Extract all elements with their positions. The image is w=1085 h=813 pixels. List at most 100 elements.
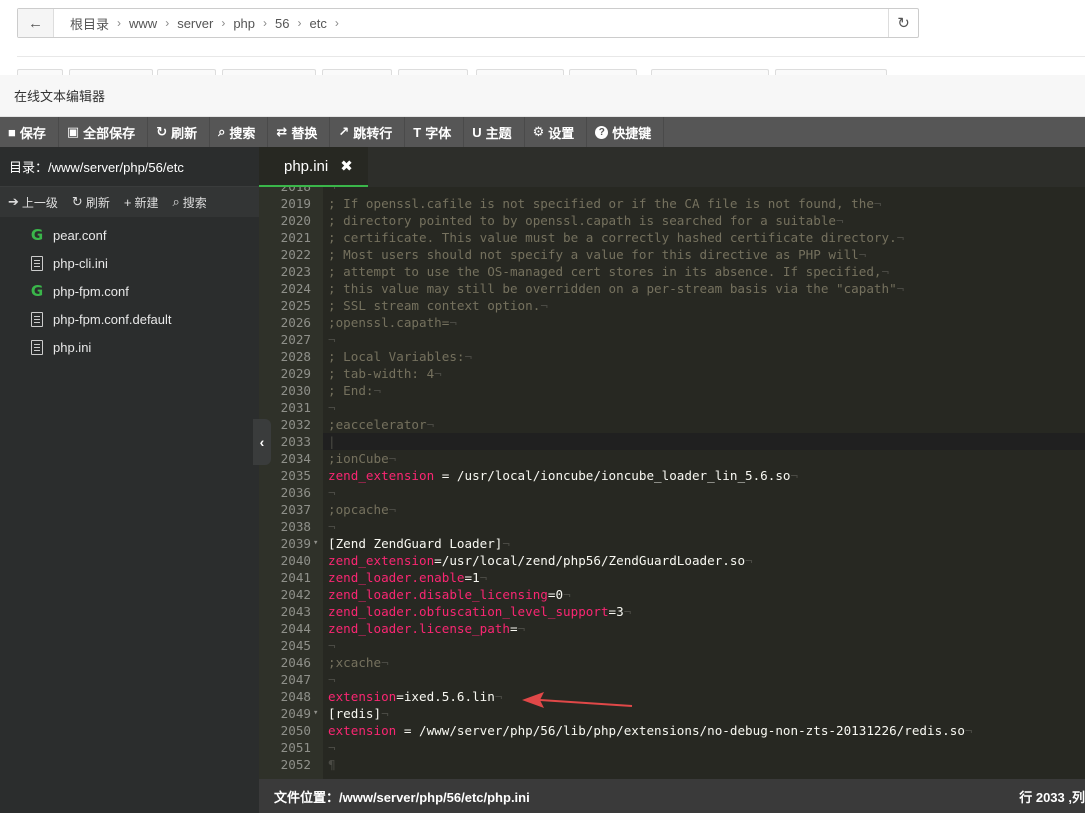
code-token: ¬ <box>434 366 442 381</box>
toolbar-button-8[interactable]: ⚙ 设置 <box>525 117 588 147</box>
code-token: ; If openssl.cafile is not specified or … <box>328 196 874 211</box>
code-line: ; End:¬ <box>328 382 381 399</box>
code-line: ¬ <box>328 739 336 756</box>
code-token: ¬ <box>464 349 473 364</box>
code-token: ¬ <box>388 502 397 517</box>
document-icon <box>29 255 45 271</box>
sidebar-action-2[interactable]: + 新建 <box>116 194 165 211</box>
toolbar-button-3[interactable]: ⌕ 搜索 <box>210 117 269 147</box>
code-line: ¬ <box>328 331 336 348</box>
code-token: ; Local Variables: <box>328 349 465 364</box>
breadcrumb-item[interactable]: server <box>169 16 221 31</box>
code-line: ; certificate. This value must be a corr… <box>328 229 904 246</box>
file-name: php-fpm.conf <box>53 283 129 299</box>
toolbar-button-1[interactable]: ▣ 全部保存 <box>59 117 149 147</box>
sidebar-action-label: 上一级 <box>21 195 58 210</box>
sidebar-action-label: 刷新 <box>85 195 110 210</box>
code-token: ¬ <box>373 383 382 398</box>
line-number: 2048 <box>280 689 311 704</box>
code-line: ; Local Variables:¬ <box>328 348 472 365</box>
code-token: ¬ <box>858 247 867 262</box>
editor-tab-bar: php.ini ✖ <box>259 147 1085 187</box>
pin-icon: ↗ <box>338 124 350 139</box>
breadcrumb-item[interactable]: etc <box>301 16 334 31</box>
code-token: ¬ <box>836 213 844 228</box>
code-token: zend_loader.disable_licensing <box>328 587 548 602</box>
toolbar-button-7[interactable]: U 主题 <box>464 117 525 147</box>
back-button[interactable]: ← <box>18 9 54 37</box>
code-line: | <box>328 433 336 450</box>
line-number: 2021 <box>280 230 311 245</box>
code-token: ¬ <box>328 187 336 194</box>
code-line: zend_extension = /usr/local/ioncube/ionc… <box>328 467 798 484</box>
line-number: 2020 <box>280 213 311 228</box>
code-token: ¬ <box>328 638 336 653</box>
path-refresh-button[interactable]: ↻ <box>888 9 918 37</box>
code-token: = /usr/local/ioncube/ioncube_loader_lin_… <box>434 468 791 483</box>
code-token: ¬ <box>449 315 457 330</box>
sidebar-action-label: 搜索 <box>182 195 207 210</box>
toolbar-button-6[interactable]: T 字体 <box>405 117 465 147</box>
tab-label: php.ini <box>284 157 329 175</box>
code-token: ; certificate. This value must be a corr… <box>328 230 897 245</box>
code-line: ; If openssl.cafile is not specified or … <box>328 195 882 212</box>
breadcrumb-item[interactable]: www <box>121 16 165 31</box>
breadcrumb-item[interactable]: 根目录 <box>62 14 117 33</box>
file-item[interactable]: php-cli.ini <box>0 249 259 277</box>
toolbar-button-9[interactable]: ? 快捷键 <box>587 117 665 147</box>
file-item[interactable]: php-fpm.conf.default <box>0 305 259 333</box>
line-number: 2030 <box>280 383 311 398</box>
close-icon[interactable]: ✖ <box>340 157 353 175</box>
code-token: ;ionCube <box>328 451 389 466</box>
editor-dialog-title: 在线文本编辑器 <box>0 75 1085 117</box>
code-token: = /www/server/php/56/lib/php/extensions/… <box>396 723 965 738</box>
code-line: ; this value may still be overridden on … <box>328 280 904 297</box>
tab-php-ini[interactable]: php.ini ✖ <box>259 147 368 187</box>
code-line: [redis]¬ <box>328 705 389 722</box>
code-line: ; Most users should not specify a value … <box>328 246 866 263</box>
code-line: ¶ <box>328 756 336 773</box>
sidebar-action-3[interactable]: ⌕ 搜索 <box>164 194 212 211</box>
toolbar-button-label: 刷新 <box>171 125 198 141</box>
code-line: ;xcache¬ <box>328 654 389 671</box>
toolbar-button-4[interactable]: ⇄ 替换 <box>268 117 331 147</box>
background-toolbar <box>17 56 1085 77</box>
config-file-icon: G <box>30 282 44 300</box>
toolbar-button-label: 保存 <box>19 125 46 141</box>
code-editor: php.ini ✖ 201820192020202120222023202420… <box>259 147 1085 779</box>
code-line: ¬ <box>328 637 336 654</box>
file-list: Gpear.conf php-cli.ini Gphp-fpm.conf php-fp… <box>0 217 259 361</box>
file-item[interactable]: php.ini <box>0 333 259 361</box>
editor-toolbar: ■ 保存 ▣ 全部保存 ↻ 刷新 ⌕ 搜索 ⇄ 替换 ↗ 跳转行 T 字体 U 主题 ⚙ 设置? 快捷键 <box>0 117 1085 147</box>
gear-icon: ⚙ <box>532 124 545 139</box>
toolbar-button-5[interactable]: ↗ 跳转行 <box>330 117 406 147</box>
breadcrumb-item[interactable]: 56 <box>267 16 297 31</box>
code-line: ;opcache¬ <box>328 501 396 518</box>
directory-label: 目录：/www/server/php/56/etc <box>9 160 184 175</box>
breadcrumb-item[interactable]: php <box>225 16 263 31</box>
code-token: ¬ <box>328 672 336 687</box>
save-all-icon: ▣ <box>66 124 80 139</box>
file-sidebar: 目录：/www/server/php/56/etc ➔ 上一级 ↻ 刷新 + 新建 ⌕ 搜索 … <box>0 147 259 813</box>
code-line: zend_loader.enable=1¬ <box>328 569 487 586</box>
toolbar-button-2[interactable]: ↻ 刷新 <box>148 117 211 147</box>
code-token: ¬ <box>881 264 890 279</box>
code-token: ¶ <box>328 757 336 772</box>
code-token: ; directory pointed to by openssl.capath… <box>328 213 836 228</box>
breadcrumb: 根目录 › www › server › php › 56 › etc › <box>54 14 888 33</box>
fold-arrow-icon[interactable]: ▾ <box>313 535 318 552</box>
collapse-sidebar-button[interactable]: ‹ <box>253 419 271 465</box>
code-token: ¬ <box>896 230 905 245</box>
toolbar-button-0[interactable]: ■ 保存 <box>0 117 59 147</box>
chevron-left-icon: ‹ <box>259 434 265 450</box>
file-item[interactable]: Gpear.conf <box>0 221 259 249</box>
line-number: 2044 <box>280 621 311 636</box>
file-item[interactable]: Gphp-fpm.conf <box>0 277 259 305</box>
sidebar-action-0[interactable]: ➔ 上一级 <box>0 194 64 211</box>
path-bar: ← 根目录 › www › server › php › 56 › etc › ↻ <box>17 8 919 38</box>
fold-arrow-icon[interactable]: ▾ <box>313 705 318 722</box>
sidebar-action-1[interactable]: ↻ 刷新 <box>64 194 116 211</box>
code-area[interactable]: 20182019 2020 2021 2022 2023 2024 2025 2026 2027… <box>259 187 1085 779</box>
line-number: 2028 <box>280 349 311 364</box>
code-token: =1 <box>464 570 480 585</box>
